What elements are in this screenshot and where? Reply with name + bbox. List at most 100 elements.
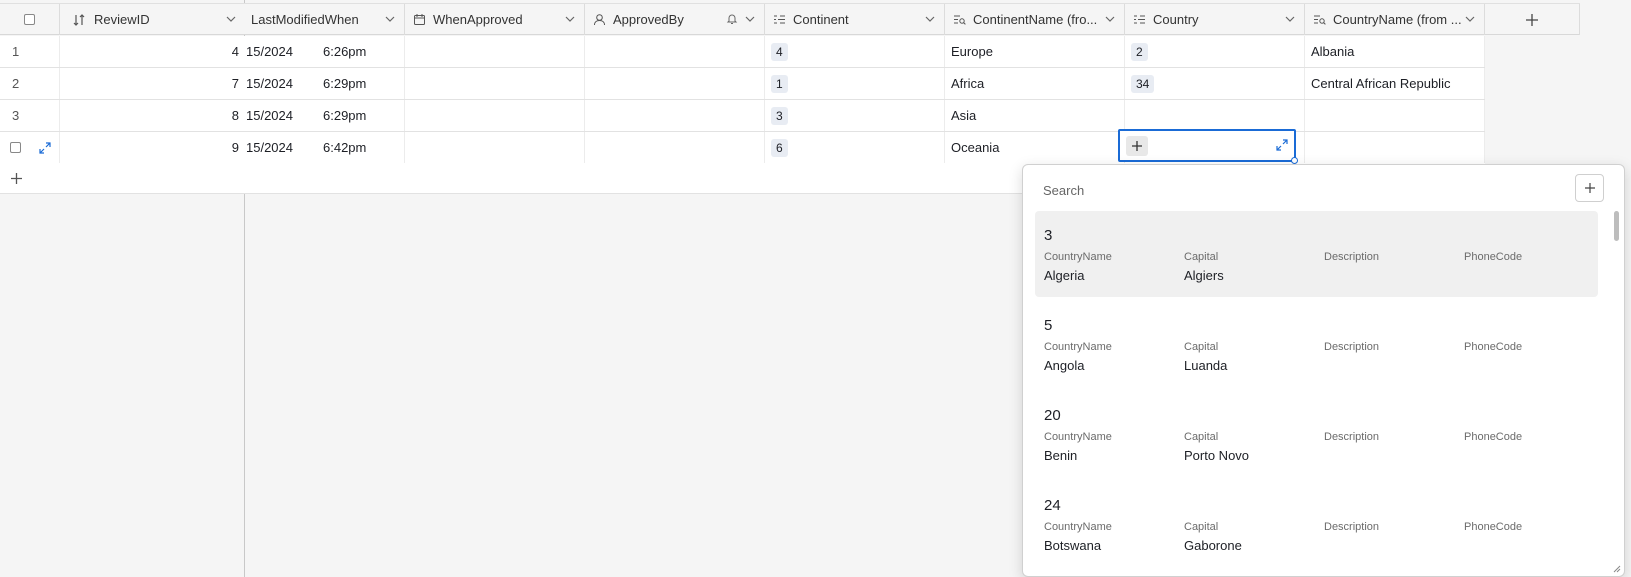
country-name-cell[interactable] [1305,100,1485,131]
expand-record-icon[interactable] [39,141,51,154]
date-value: 15/2024 [246,108,293,123]
approved-by-cell[interactable] [585,68,765,99]
column-header-continent-name[interactable]: ContinentName (fro... [945,4,1125,35]
field-description: Description [1324,431,1454,443]
linked-record-chip[interactable]: 3 [771,106,788,125]
linked-record-chip[interactable]: 6 [771,138,788,157]
bell-icon[interactable] [726,13,738,25]
row-number: 2 [0,68,60,99]
table-row[interactable]: 15/2024 6:26pm 4 Europe 2 Albania [245,36,1485,68]
record-option[interactable]: 5 CountryName Angola Capital Luanda Desc… [1035,301,1598,387]
create-record-button[interactable] [1575,174,1604,202]
continent-cell[interactable]: 4 [765,36,945,67]
table-row[interactable]: 2 7 [0,68,245,100]
country-cell[interactable]: 2 [1125,36,1305,67]
continent-cell[interactable]: 3 [765,100,945,131]
resize-handle-icon[interactable] [1611,563,1621,573]
table-row[interactable]: 9 [0,132,245,164]
data-grid: ReviewID 1 4 2 7 3 8 9 LastModifiedWhen … [0,0,1631,577]
chevron-down-icon[interactable] [1464,13,1476,25]
user-icon [591,12,607,28]
when-approved-cell[interactable] [405,100,585,131]
column-header-country-name[interactable]: CountryName (from ... [1305,4,1485,35]
table-row[interactable]: 15/2024 6:42pm 6 Oceania [245,132,1485,164]
field-label: CountryName [1044,251,1112,263]
record-option[interactable]: 24 CountryName Botswana Capital Gaborone… [1035,481,1598,567]
last-modified-cell[interactable]: 15/2024 6:29pm [245,68,405,99]
add-linked-record-button[interactable] [1126,136,1148,156]
when-approved-cell[interactable] [405,68,585,99]
review-id-cell[interactable]: 8 [60,100,245,131]
last-modified-cell[interactable]: 15/2024 6:29pm [245,100,405,131]
country-cell[interactable]: 34 [1125,68,1305,99]
chevron-down-icon[interactable] [564,13,576,25]
linked-record-chip[interactable]: 34 [1131,74,1155,93]
column-header-review-id[interactable]: ReviewID [60,4,245,35]
chevron-down-icon[interactable] [1284,13,1296,25]
chevron-down-icon[interactable] [924,13,936,25]
select-all-cell[interactable] [0,4,60,35]
review-id-cell[interactable]: 4 [60,36,245,67]
country-name-cell[interactable]: Albania [1305,36,1485,67]
linked-record-chip[interactable]: 4 [771,42,788,61]
continent-name-cell[interactable]: Asia [945,100,1125,131]
column-header-label: WhenApproved [433,12,523,27]
column-header-continent[interactable]: Continent [765,4,945,35]
approved-by-cell[interactable] [585,132,765,163]
table-row[interactable]: 15/2024 6:29pm 1 Africa 34 Central Afric… [245,68,1485,100]
field-country-name: CountryName Botswana [1044,521,1174,553]
plus-icon [1526,13,1538,26]
linked-record-chip[interactable]: 2 [1131,42,1148,61]
country-name-cell[interactable] [1305,132,1485,163]
field-label: Capital [1184,251,1219,263]
country-cell[interactable] [1125,100,1305,131]
add-field-button[interactable] [1485,4,1580,35]
link-field-icon [771,12,787,28]
continent-name-cell[interactable]: Oceania [945,132,1125,163]
field-label: Description [1324,251,1380,263]
record-option[interactable]: 3 CountryName Algeria Capital Algiers De… [1035,211,1598,297]
last-modified-cell[interactable]: 15/2024 6:26pm [245,36,405,67]
row-checkbox[interactable] [10,142,21,153]
field-label: Capital [1184,341,1219,353]
expand-icon[interactable] [1276,139,1288,151]
chevron-down-icon[interactable] [384,13,396,25]
when-approved-cell[interactable] [405,36,585,67]
column-header-last-modified[interactable]: LastModifiedWhen [245,4,405,35]
when-approved-cell[interactable] [405,132,585,163]
record-option[interactable]: 20 CountryName Benin Capital Porto Novo … [1035,391,1598,477]
field-capital: Capital Porto Novo [1184,431,1314,463]
table-row[interactable]: 1 4 [0,36,245,68]
row-number: 3 [0,100,60,131]
approved-by-cell[interactable] [585,36,765,67]
field-description: Description [1324,341,1454,353]
select-all-checkbox[interactable] [24,14,35,25]
active-country-cell[interactable] [1118,129,1298,164]
continent-name-cell[interactable]: Europe [945,36,1125,67]
approved-by-cell[interactable] [585,100,765,131]
linked-record-chip[interactable]: 1 [771,74,788,93]
continent-cell[interactable]: 1 [765,68,945,99]
field-country-name: CountryName Benin [1044,431,1174,463]
fill-handle[interactable] [1291,157,1298,164]
review-id-cell[interactable]: 9 [60,132,245,163]
column-header-approved-by[interactable]: ApprovedBy [585,4,765,35]
table-row[interactable]: 15/2024 6:29pm 3 Asia [245,100,1485,132]
chevron-down-icon[interactable] [744,13,756,25]
column-header-country[interactable]: Country [1125,4,1305,35]
column-header-when-approved[interactable]: WhenApproved [405,4,585,35]
last-modified-cell[interactable]: 15/2024 6:42pm [245,132,405,163]
lookup-field-icon [951,12,967,28]
continent-cell[interactable]: 6 [765,132,945,163]
chevron-down-icon[interactable] [1104,13,1116,25]
scrollbar[interactable] [1614,211,1619,241]
country-name-cell[interactable]: Central African Republic [1305,68,1485,99]
table-row[interactable]: 3 8 [0,100,245,132]
column-header-label: ApprovedBy [613,12,684,27]
chevron-down-icon[interactable] [225,13,237,25]
column-header-label: Country [1153,12,1199,27]
search-input[interactable] [1043,179,1543,201]
continent-name-cell[interactable]: Africa [945,68,1125,99]
add-row-button[interactable] [0,163,245,194]
review-id-cell[interactable]: 7 [60,68,245,99]
